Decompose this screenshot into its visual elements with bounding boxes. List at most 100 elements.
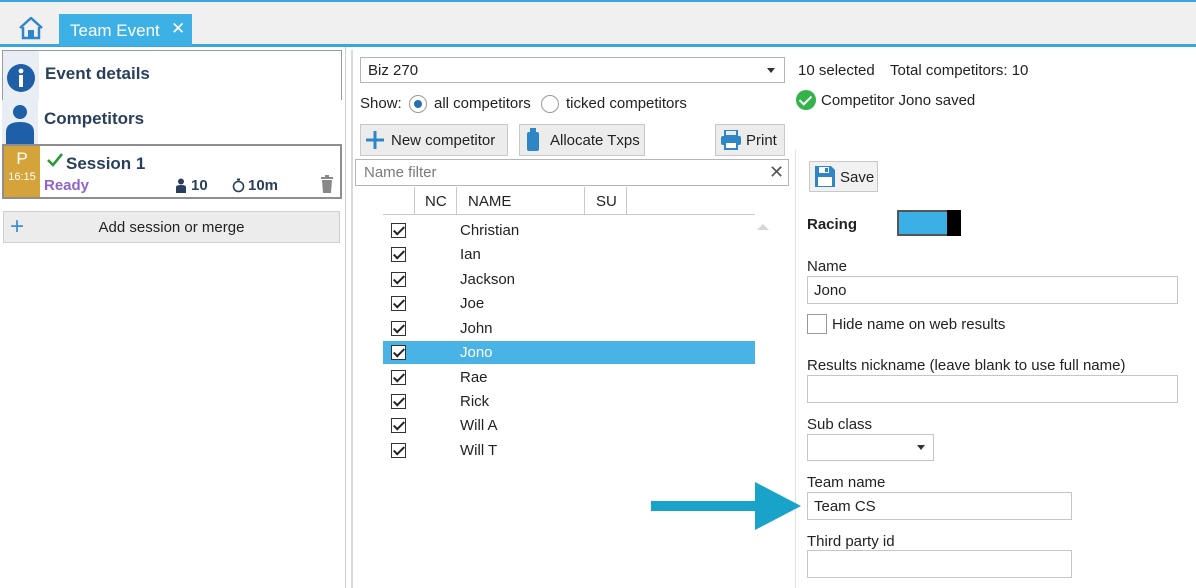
add-session-label: Add session or merge [98,219,245,236]
add-session-button[interactable]: + Add session or merge [3,211,340,243]
scroll-up-icon[interactable] [757,224,769,230]
save-button[interactable]: Save [809,161,878,192]
class-select-value: Biz 270 [368,62,419,79]
close-tab-icon[interactable]: ✕ [171,20,185,37]
hide-name-checkbox[interactable] [807,314,827,334]
table-row[interactable]: Rae [383,366,755,389]
session-badge-time: 16:15 [8,171,36,183]
team-name-label: Team name [807,474,886,491]
radio-all-competitors-label: all competitors [434,95,531,112]
session-competitor-count: 10 [191,177,208,194]
trash-icon[interactable] [320,175,334,193]
table-row-selected[interactable]: Jono [383,341,755,364]
row-checkbox[interactable] [391,345,406,360]
table-row[interactable]: Will T [383,439,755,462]
printer-icon [721,130,741,150]
clear-filter-icon[interactable]: ✕ [769,162,784,183]
sidebar-item-event-details[interactable]: Event details [2,50,342,101]
sub-class-label: Sub class [807,416,873,433]
top-tab-bar: Team Event ✕ [0,0,1196,47]
session-status: Ready [44,177,90,194]
session-duration: 10m [248,177,279,194]
person-small-icon [176,178,186,193]
name-filter-field[interactable]: ✕ [355,159,789,186]
total-competitors: Total competitors: 10 [890,62,1029,79]
row-name: Will A [460,417,498,434]
session-badge-letter: P [16,149,28,168]
row-name: Jono [460,344,493,361]
column-header-spacer [626,187,755,215]
row-checkbox[interactable] [391,418,406,433]
save-label: Save [840,169,875,186]
sidebar-item-session-1[interactable]: P 16:15 Session 1 Ready 10 10m [2,144,342,199]
name-filter-input[interactable] [362,163,752,182]
row-checkbox[interactable] [391,296,406,311]
row-checkbox[interactable] [391,443,406,458]
pane-divider[interactable] [351,50,353,588]
tab-label: Team Event [70,21,160,40]
table-header: NC NAME SU [383,187,755,215]
saved-message: Competitor Jono saved [821,92,976,109]
column-header-su[interactable]: SU [584,187,626,215]
radio-ticked-competitors-label: ticked competitors [566,95,687,112]
chevron-down-icon [917,445,925,450]
table-row[interactable]: Joe [383,292,755,315]
hide-name-label: Hide name on web results [832,316,1006,333]
column-header-nc[interactable]: NC [414,187,456,215]
class-select[interactable]: Biz 270 [360,57,785,83]
new-competitor-button[interactable]: New competitor [360,124,508,156]
new-competitor-label: New competitor [391,132,496,149]
name-label: Name [807,258,848,275]
racing-toggle[interactable] [897,210,961,236]
radio-ticked-competitors[interactable] [541,95,559,113]
sidebar-item-competitors[interactable]: Competitors [2,100,342,144]
info-icon [3,51,39,100]
check-icon [47,153,64,167]
tab-team-event[interactable]: Team Event ✕ [59,14,192,46]
row-name: Rae [460,369,488,386]
session-title: Session 1 [66,154,146,173]
row-checkbox[interactable] [391,394,406,409]
name-field[interactable]: Jono [807,276,1178,304]
radio-all-competitors[interactable] [409,95,427,113]
column-header-name[interactable]: NAME [456,187,584,215]
person-icon [2,100,38,144]
row-checkbox[interactable] [391,272,406,287]
nickname-field[interactable] [807,375,1178,403]
row-name: Jackson [460,271,516,288]
team-name-value: Team CS [814,498,876,515]
row-name: Rick [460,393,490,410]
third-party-id-field[interactable] [807,550,1072,578]
table-row[interactable]: Rick [383,390,755,413]
nickname-label: Results nickname (leave blank to use ful… [807,357,1126,374]
home-icon[interactable] [17,16,45,40]
annotation-arrow-icon [651,482,801,530]
table-row[interactable]: Jackson [383,268,755,291]
sidebar: Event details Competitors P 16:15 Sessio… [0,47,346,588]
third-party-id-label: Third party id [807,533,895,550]
print-button[interactable]: Print [715,124,785,156]
row-name: Ian [460,246,481,263]
row-name: John [460,320,493,337]
row-name: Christian [460,222,520,239]
chevron-down-icon [767,68,775,73]
toggle-knob [947,210,961,236]
allocate-txps-label: Allocate Txps [550,132,640,149]
sidebar-item-label: Event details [45,64,150,83]
team-name-field[interactable]: Team CS [807,492,1072,520]
show-label: Show: [360,95,402,112]
racing-label: Racing [807,216,858,233]
table-row[interactable]: Ian [383,243,755,266]
table-row[interactable]: John [383,317,755,340]
selected-count: 10 selected [798,62,875,79]
sub-class-select[interactable] [807,434,934,461]
row-checkbox[interactable] [391,247,406,262]
row-checkbox[interactable] [391,321,406,336]
table-row[interactable]: Christian [383,219,755,242]
allocate-txps-button[interactable]: Allocate Txps [519,124,645,156]
row-checkbox[interactable] [391,223,406,238]
session-badge: P 16:15 [4,146,40,197]
table-row[interactable]: Will A [383,414,755,437]
row-checkbox[interactable] [391,370,406,385]
transponder-icon [527,128,539,151]
